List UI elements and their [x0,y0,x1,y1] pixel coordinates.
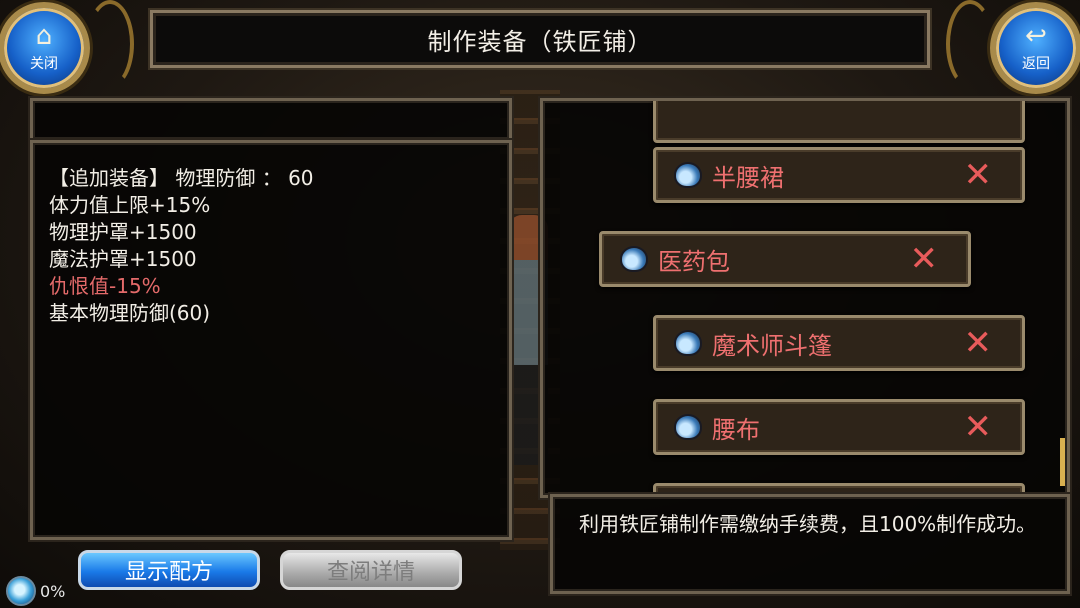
detail-line: 魔法护罩+1500 [49,247,197,271]
detail-line: 体力值上限+15% [49,193,211,217]
close-x-icon[interactable]: ✕ [964,410,993,444]
bag-icon [674,162,702,188]
page-title: 制作装备（铁匠铺） [427,27,653,56]
bag-icon [674,330,702,356]
ornament-left [86,0,134,88]
orb-icon [6,576,36,606]
recipe-name: 半腰裙 [712,163,784,192]
recipe-list-panel[interactable]: 半腰裙 ✕ 医药包 ✕ 魔术师斗篷 ✕ 腰布 ✕ [540,98,1070,498]
recipe-item-selected[interactable]: 医药包 ✕ [599,231,971,287]
recipe-item[interactable]: 半腰裙 ✕ [653,147,1025,203]
home-icon: ⌂ [35,21,53,51]
recipe-name: 医药包 [658,247,730,276]
close-x-icon[interactable]: ✕ [910,242,939,276]
bag-icon [620,246,648,272]
return-arrow-icon: ↩ [1025,21,1047,51]
detail-line-warning: 仇恨值-15% [49,274,161,298]
detail-line: 基本物理防御(60) [49,301,211,325]
recipe-item[interactable]: 腰布 ✕ [653,399,1025,455]
show-recipe-button[interactable]: 显示配方 [78,550,260,590]
list-item-partial[interactable] [653,101,1025,143]
recipe-item[interactable]: 魔术师斗篷 ✕ [653,315,1025,371]
ornament-right [946,0,994,88]
bag-icon [674,414,702,440]
scrollbar[interactable] [1060,438,1065,486]
info-note-text: 利用铁匠铺制作需缴纳手续费，且100%制作成功。 [579,512,1037,536]
close-x-icon[interactable]: ✕ [964,158,993,192]
close-label: 关闭 [30,56,58,72]
close-x-icon[interactable]: ✕ [964,326,993,360]
back-label: 返回 [1022,56,1050,72]
equipment-detail-panel: 【追加装备】 物理防御 ： 60 体力值上限+15% 物理护罩+1500 魔法护… [30,140,512,540]
title-bar: 制作装备（铁匠铺） [150,10,930,68]
back-button[interactable]: ↩ 返回 [990,2,1080,94]
detail-header-panel [30,98,512,142]
detail-line: 【追加装备】 物理防御 ： 60 [49,166,314,190]
close-button[interactable]: ⌂ 关闭 [0,2,90,94]
detail-line: 物理护罩+1500 [49,220,197,244]
recipe-name: 魔术师斗篷 [712,331,832,360]
recipe-name: 腰布 [712,415,760,444]
view-details-button[interactable]: 查阅详情 [280,550,462,590]
progress-indicator: 0% [6,576,65,606]
info-note-panel: 利用铁匠铺制作需缴纳手续费，且100%制作成功。 [550,494,1070,594]
progress-percent: 0% [40,581,66,601]
